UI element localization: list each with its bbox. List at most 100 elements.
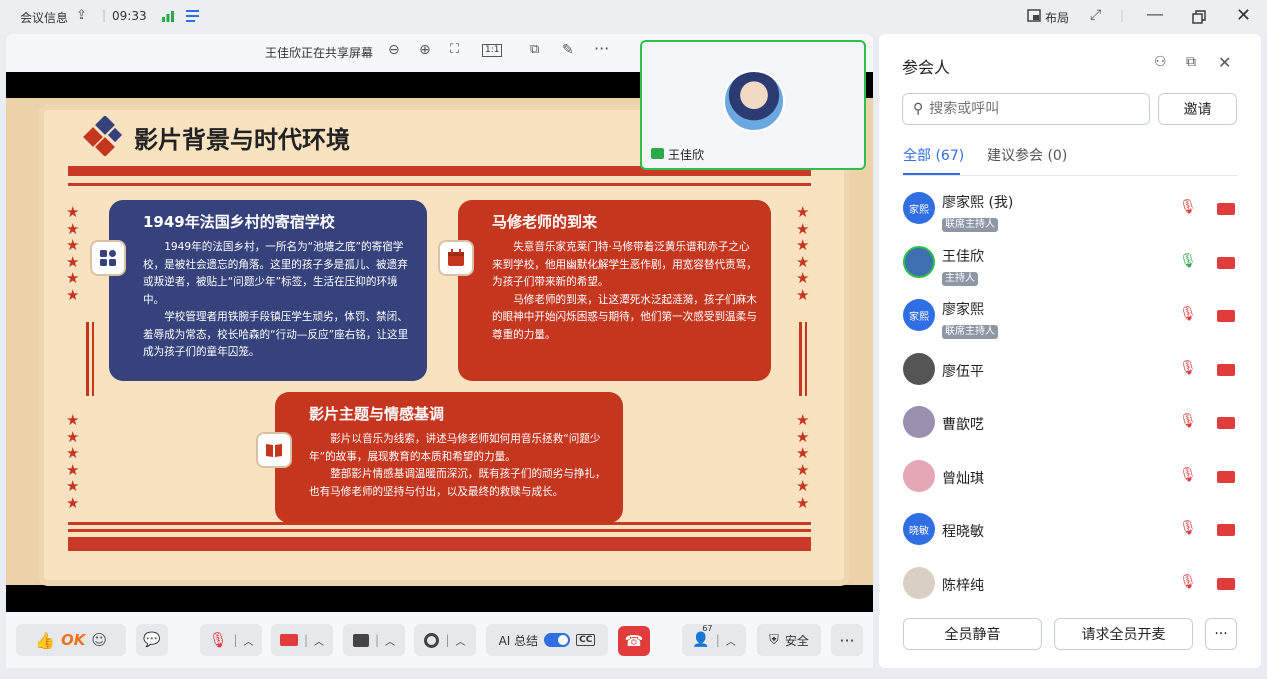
screen-share-icon xyxy=(651,148,664,159)
popout-icon[interactable]: ⧉ xyxy=(1186,54,1196,70)
popout-icon[interactable]: ⧉ xyxy=(530,42,539,57)
avatar xyxy=(903,406,935,438)
participant-info: 曹歆呓 xyxy=(942,414,984,434)
chevron-up-icon[interactable]: ︿ xyxy=(385,633,395,648)
zoom-out-icon[interactable]: ⊖ xyxy=(388,42,400,58)
mic-button[interactable]: 🎙 | ︿ xyxy=(200,624,262,656)
layout-icon[interactable] xyxy=(1027,9,1041,25)
mic-off-icon[interactable]: 🎙 xyxy=(1179,306,1197,322)
record-button[interactable]: | ︿ xyxy=(414,624,476,656)
restore-icon[interactable] xyxy=(1192,10,1206,27)
tab-suggested[interactable]: 建议参会 (0) xyxy=(987,145,1067,165)
mic-off-icon[interactable]: 🎙 xyxy=(1179,520,1197,536)
participants-icon: 👤 67 xyxy=(692,624,713,648)
chevron-up-icon[interactable]: ︿ xyxy=(244,633,254,648)
participant-info: 廖家熙 (我) 联席主持人 xyxy=(942,192,1013,232)
ai-summary-label: AI 总结 xyxy=(498,633,539,648)
meeting-info-link[interactable]: 会议信息 xyxy=(20,9,68,26)
participants-button[interactable]: 👤 67 | ︿ xyxy=(682,624,746,656)
mic-off-icon[interactable]: 🎙 xyxy=(1179,199,1197,215)
chat-button[interactable]: 💬 xyxy=(136,624,168,656)
minimize-icon[interactable]: — xyxy=(1146,4,1164,25)
chevron-up-icon[interactable]: ︿ xyxy=(456,633,466,648)
avatar xyxy=(723,70,785,132)
card-text: 影片以音乐为线索，讲述马修老师如何用音乐拯救“问题少年”的故事，展现教育的本质和… xyxy=(309,433,601,463)
card-text: 1949年的法国乡村，一所名为“池塘之底”的寄宿学校，是被社会遗忘的角落。这里的… xyxy=(143,241,408,306)
invite-button[interactable]: 邀请 xyxy=(1158,93,1237,125)
camera-off-icon[interactable] xyxy=(1217,524,1235,536)
layout-button[interactable]: 布局 xyxy=(1045,9,1069,26)
mic-off-icon[interactable]: 🎙 xyxy=(1179,360,1197,376)
book-icon xyxy=(256,432,292,468)
more-icon[interactable]: ··· xyxy=(594,39,609,58)
share-screen-button[interactable]: | ︿ xyxy=(343,624,405,656)
participant-info: 廖伍平 xyxy=(942,361,984,381)
participant-info: 陈梓纯 xyxy=(942,575,984,595)
fit-screen-icon[interactable]: ⛶ xyxy=(450,42,459,57)
camera-button[interactable]: | ︿ xyxy=(271,624,333,656)
divider xyxy=(903,175,1238,176)
security-button[interactable]: ⛨ 安全 xyxy=(757,624,821,656)
ok-reaction[interactable]: OK xyxy=(61,631,85,649)
chevron-up-icon[interactable]: ︿ xyxy=(726,633,736,648)
star-column: ★ ★ ★ ★ ★ ★ xyxy=(66,203,80,304)
actual-size-icon[interactable]: 1:1 xyxy=(482,44,503,57)
card-title: 影片主题与情感基调 xyxy=(309,405,445,423)
manage-user-icon[interactable]: ⚇ xyxy=(1154,54,1167,70)
mic-off-icon[interactable]: 🎙 xyxy=(1179,574,1197,590)
mic-off-icon[interactable]: 🎙 xyxy=(1179,467,1197,483)
role-badge: 主持人 xyxy=(942,272,978,286)
mic-off-icon[interactable]: 🎙 xyxy=(1179,413,1197,429)
mute-all-button[interactable]: 全员静音 xyxy=(903,618,1042,650)
participant-row[interactable]: 家熙 廖家熙 (我) 联席主持人 🎙 xyxy=(901,184,1241,234)
fullscreen-icon[interactable]: ⤢ xyxy=(1090,7,1101,23)
request-unmute-button[interactable]: 请求全员开麦 xyxy=(1054,618,1193,650)
participant-row[interactable]: 曹歆呓 🎙 xyxy=(901,398,1241,448)
more-icon: ··· xyxy=(839,630,855,650)
share-icon[interactable]: ⇪ xyxy=(76,8,87,23)
camera-off-icon[interactable] xyxy=(1217,578,1235,590)
participant-info: 廖家熙 联席主持人 xyxy=(942,299,998,339)
participant-row[interactable]: 廖伍平 🎙 xyxy=(901,345,1241,395)
tab-all[interactable]: 全部 (67) xyxy=(903,145,964,165)
separator: | xyxy=(1120,8,1125,22)
security-label: 安全 xyxy=(784,633,809,648)
participant-row[interactable]: 曾灿琪 🎙 xyxy=(901,452,1241,502)
emoji-icon[interactable]: ☺ xyxy=(91,631,107,649)
zoom-in-icon[interactable]: ⊕ xyxy=(419,42,431,58)
chevron-up-icon[interactable]: ︿ xyxy=(314,633,324,648)
participants-count: 67 xyxy=(702,624,713,633)
participant-name: 陈梓纯 xyxy=(942,578,984,594)
search-input[interactable] xyxy=(929,101,1120,117)
thumbs-up-icon[interactable]: 👍 xyxy=(35,631,55,650)
close-icon[interactable]: ✕ xyxy=(1236,5,1251,26)
list-icon[interactable] xyxy=(186,9,202,26)
camera-off-icon[interactable] xyxy=(1217,417,1235,429)
participant-row[interactable]: 家熙 廖家熙 联席主持人 🎙 xyxy=(901,291,1241,341)
mic-on-icon[interactable]: 🎙 xyxy=(1179,253,1197,269)
more-button[interactable]: ··· xyxy=(831,624,863,656)
share-toolbar: 王佳欣正在共享屏幕 ⊖ ⊕ ⛶ 1:1 ⧉ ✎ ··· xyxy=(6,34,646,70)
camera-off-icon[interactable] xyxy=(1217,310,1235,322)
camera-off-icon[interactable] xyxy=(1217,257,1235,269)
stripe xyxy=(68,537,811,551)
caption-button[interactable]: CC xyxy=(576,634,596,646)
avatar xyxy=(903,246,935,278)
annotate-icon[interactable]: ✎ xyxy=(562,42,574,58)
participant-row[interactable]: 晓敏 程晓敏 🎙 xyxy=(901,505,1241,555)
camera-off-icon[interactable] xyxy=(1217,364,1235,376)
avatar xyxy=(903,567,935,599)
video-name: 王佳欣 xyxy=(668,148,705,162)
close-panel-icon[interactable]: ✕ xyxy=(1218,53,1231,72)
end-call-button[interactable]: ☎ xyxy=(618,626,650,656)
participant-row[interactable]: 陈梓纯 🎙 xyxy=(901,559,1241,609)
ai-summary-toggle[interactable] xyxy=(544,633,571,647)
line xyxy=(799,322,802,396)
signal-icon[interactable] xyxy=(161,10,175,25)
role-badge: 联席主持人 xyxy=(942,325,998,339)
camera-off-icon[interactable] xyxy=(1217,471,1235,483)
participant-row[interactable]: 王佳欣 主持人 🎙 xyxy=(901,238,1241,288)
panel-more-button[interactable]: ··· xyxy=(1205,618,1237,650)
camera-off-icon[interactable] xyxy=(1217,203,1235,215)
ai-summary-group: AI 总结 CC xyxy=(486,624,608,656)
